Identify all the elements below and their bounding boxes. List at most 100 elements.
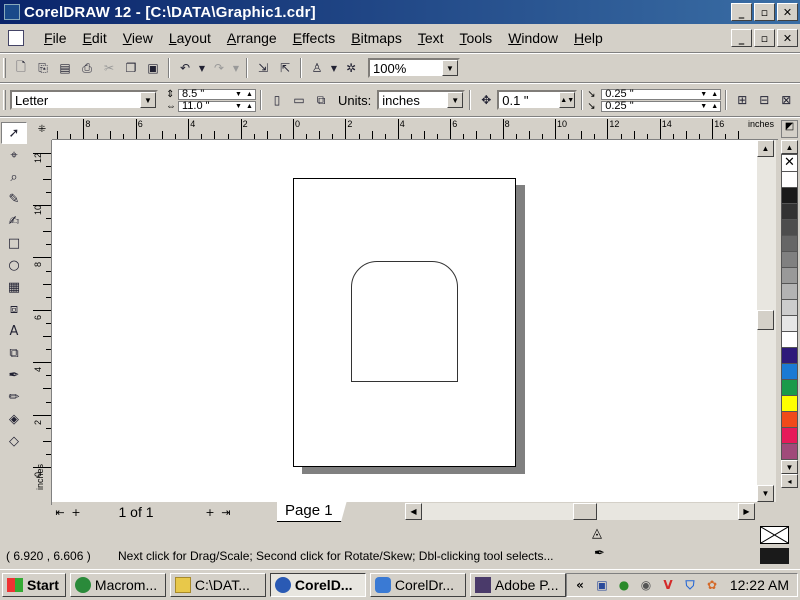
zoom-level-combo[interactable]: 100% ▼ <box>368 58 460 78</box>
page-tab[interactable]: Page 1 <box>277 502 347 522</box>
scroll-down-icon[interactable]: ▼ <box>757 485 774 502</box>
update-icon[interactable]: ✿ <box>703 576 721 594</box>
smart-fill-tool-icon[interactable]: ✍ <box>1 210 27 232</box>
doc-close-button[interactable]: ✕ <box>777 29 798 47</box>
outline-color-indicator[interactable] <box>760 548 789 564</box>
paste-icon[interactable]: ▣ <box>142 57 164 79</box>
new-icon[interactable]: 🗋 <box>10 57 32 79</box>
color-swatch[interactable] <box>781 380 798 396</box>
color-swatch[interactable] <box>781 284 798 300</box>
toolbar-grip[interactable] <box>3 58 6 78</box>
first-page-icon[interactable]: ⇤ <box>52 506 68 519</box>
horizontal-scroll-thumb[interactable] <box>573 503 597 520</box>
open-icon[interactable]: ⎘ <box>32 57 54 79</box>
doc-minimize-button[interactable]: _ <box>731 29 752 47</box>
task-macromedia[interactable]: Macrom... <box>69 573 166 597</box>
chevron-down-icon[interactable]: ▼ <box>442 60 458 76</box>
task-explorer-data[interactable]: C:\DAT... <box>169 573 266 597</box>
application-launcher-icon[interactable]: ♙ <box>306 57 328 79</box>
palette-menu-icon[interactable]: ◩ <box>781 120 798 138</box>
text-tool-icon[interactable]: A <box>1 320 27 342</box>
color-swatch[interactable] <box>781 204 798 220</box>
height-spin-arrows[interactable]: ▼ ▲ <box>233 102 255 111</box>
fill-tool-icon[interactable]: ◈ <box>1 408 27 430</box>
rectangle-tool-icon[interactable]: □ <box>1 232 27 254</box>
landscape-icon[interactable]: ▭ <box>288 89 310 111</box>
graph-paper-tool-icon[interactable]: ▦ <box>1 276 27 298</box>
color-swatch[interactable] <box>781 300 798 316</box>
eyedropper-tool-icon[interactable]: ✒ <box>1 364 27 386</box>
nudge-field[interactable]: 0.1 " ▲▼ <box>497 90 578 110</box>
scroll-up-icon[interactable]: ▲ <box>757 140 774 157</box>
horizontal-scrollbar[interactable]: ◀ ▶ <box>405 503 755 520</box>
menu-edit[interactable]: Edit <box>75 30 115 46</box>
outline-tool-icon[interactable]: ✏ <box>1 386 27 408</box>
portrait-icon[interactable]: ▯ <box>266 89 288 111</box>
dup-x-spin-arrows[interactable]: ▼ ▲ <box>698 90 720 99</box>
ruler-origin-icon[interactable]: ⁜ <box>32 118 52 140</box>
redo-icon[interactable]: ↷ <box>208 57 230 79</box>
menu-effects[interactable]: Effects <box>285 30 344 46</box>
corel-online-icon[interactable]: ✲ <box>340 57 362 79</box>
menu-view[interactable]: View <box>115 30 161 46</box>
save-icon[interactable]: ▤ <box>54 57 76 79</box>
minimize-button[interactable]: _ <box>731 3 752 21</box>
menu-tools[interactable]: Tools <box>452 30 501 46</box>
color-swatch[interactable] <box>781 428 798 444</box>
chevron-down-icon[interactable]: ▼ <box>447 92 464 108</box>
palette-expand-icon[interactable]: ◂ <box>781 474 798 488</box>
cut-icon[interactable]: ✂ <box>98 57 120 79</box>
menu-arrange[interactable]: Arrange <box>219 30 285 46</box>
color-swatch[interactable] <box>781 444 798 460</box>
tray-expand-icon[interactable]: « <box>571 576 589 594</box>
color-swatch[interactable] <box>781 348 798 364</box>
pick-tool-icon[interactable]: ➚ <box>1 122 27 144</box>
menu-file[interactable]: File <box>36 30 75 46</box>
menu-help[interactable]: Help <box>566 30 611 46</box>
page-width-field[interactable]: 8.5 " ▼ ▲ <box>178 88 256 100</box>
ellipse-tool-icon[interactable]: ○ <box>1 254 27 276</box>
coreldraw-app-icon[interactable] <box>4 4 20 20</box>
zoom-tool-icon[interactable]: ⌕ <box>1 166 27 188</box>
restore-button[interactable]: ▫ <box>754 3 775 21</box>
undo-icon[interactable]: ↶ <box>174 57 196 79</box>
color-swatch[interactable] <box>781 268 798 284</box>
speaker-icon[interactable]: ◉ <box>637 576 655 594</box>
doc-restore-button[interactable]: ▫ <box>754 29 775 47</box>
document-icon[interactable] <box>8 30 24 46</box>
menu-text[interactable]: Text <box>410 30 452 46</box>
add-page-before-icon[interactable]: + <box>68 506 84 519</box>
print-icon[interactable]: ⎙ <box>76 57 98 79</box>
width-spin-arrows[interactable]: ▼ ▲ <box>233 90 255 99</box>
redo-dropdown-icon[interactable]: ▼ <box>230 57 242 79</box>
last-page-icon[interactable]: ⇥ <box>218 506 234 519</box>
menu-bitmaps[interactable]: Bitmaps <box>343 30 410 46</box>
copy-icon[interactable]: ❐ <box>120 57 142 79</box>
vertical-ruler[interactable]: inches 12 10 8 6 4 2 0 <box>32 140 52 505</box>
task-adobe-photoshop[interactable]: Adobe P... <box>469 573 566 597</box>
color-swatch[interactable] <box>781 364 798 380</box>
horizontal-ruler[interactable]: inches 8 6 4 2 0 2 4 6 8 10 12 14 16 <box>52 118 778 140</box>
color-swatch[interactable] <box>781 412 798 428</box>
palette-scroll-down-icon[interactable]: ▼ <box>781 460 798 474</box>
antivirus-icon[interactable]: V <box>659 576 677 594</box>
all-pages-icon[interactable]: ⧉ <box>310 89 332 111</box>
color-swatch[interactable] <box>781 396 798 412</box>
paper-type-combo[interactable]: Letter ▼ <box>10 90 158 110</box>
distribute-icon[interactable]: ⊟ <box>753 89 775 111</box>
rounded-rectangle-shape[interactable] <box>351 261 458 382</box>
fill-color-indicator[interactable] <box>760 526 789 544</box>
task-coreldraw-ie[interactable]: CorelDr... <box>369 573 466 597</box>
palette-scroll-up-icon[interactable]: ▲ <box>781 140 798 154</box>
nudge-spin-icon[interactable]: ▲▼ <box>559 92 576 108</box>
task-coreldraw[interactable]: CorelD... <box>269 573 366 597</box>
vertical-scroll-thumb[interactable] <box>757 310 774 330</box>
interactive-blend-tool-icon[interactable]: ⧉ <box>1 342 27 364</box>
import-icon[interactable]: ⇲ <box>252 57 274 79</box>
export-icon[interactable]: ⇱ <box>274 57 296 79</box>
menu-layout[interactable]: Layout <box>161 30 219 46</box>
color-swatch[interactable] <box>781 236 798 252</box>
add-page-after-icon[interactable]: + <box>202 506 218 519</box>
freehand-tool-icon[interactable]: ✎ <box>1 188 27 210</box>
color-swatch[interactable] <box>781 332 798 348</box>
